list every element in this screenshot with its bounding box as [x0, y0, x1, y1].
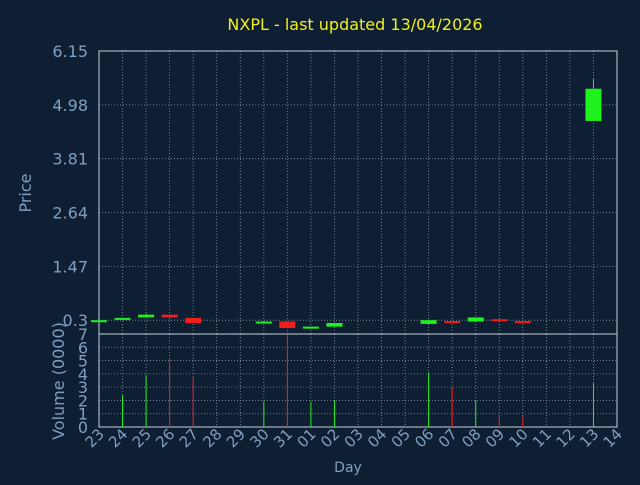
price-y-tick-label: 4.98: [52, 96, 88, 115]
candle-down: [514, 321, 531, 324]
volume-axis-label: Volume (0000): [49, 322, 68, 440]
price-y-tick-label: 3.81: [52, 150, 88, 169]
candle-up: [91, 320, 107, 323]
candle-up: [138, 314, 155, 318]
candle-down: [444, 321, 461, 324]
day-x-tick-labels: 2324252627282930310102030405060708091011…: [82, 425, 626, 451]
candle-up: [326, 322, 343, 327]
candle-up: [114, 317, 131, 320]
stock-chart: NXPL - last updated 13/04/2026 6.15 4.98 3…: [0, 0, 640, 480]
candle-down: [161, 314, 178, 318]
volume-y-tick-label: 7: [78, 325, 88, 344]
candle-down: [491, 319, 508, 322]
chart-stage: NXPL - last updated 13/04/2026 6.15 4.98 3…: [0, 0, 640, 480]
chart-background: [0, 0, 640, 480]
candle-up: [420, 320, 437, 324]
chart-title: NXPL - last updated 13/04/2026: [227, 15, 482, 34]
candle-down: [185, 317, 202, 323]
candle-up: [467, 317, 484, 322]
candle-up: [255, 321, 272, 324]
x-axis-label: Day: [334, 460, 362, 476]
candle-up: [585, 88, 602, 121]
price-y-tick-label: 1.47: [52, 257, 88, 276]
candle-up: [302, 326, 319, 329]
volume-y-tick-labels: 01234567: [78, 325, 88, 437]
price-axis-label: Price: [16, 173, 35, 212]
price-y-tick-label: 2.64: [52, 204, 88, 223]
price-y-tick-label: 6.15: [52, 42, 88, 61]
candle-down: [279, 321, 296, 329]
